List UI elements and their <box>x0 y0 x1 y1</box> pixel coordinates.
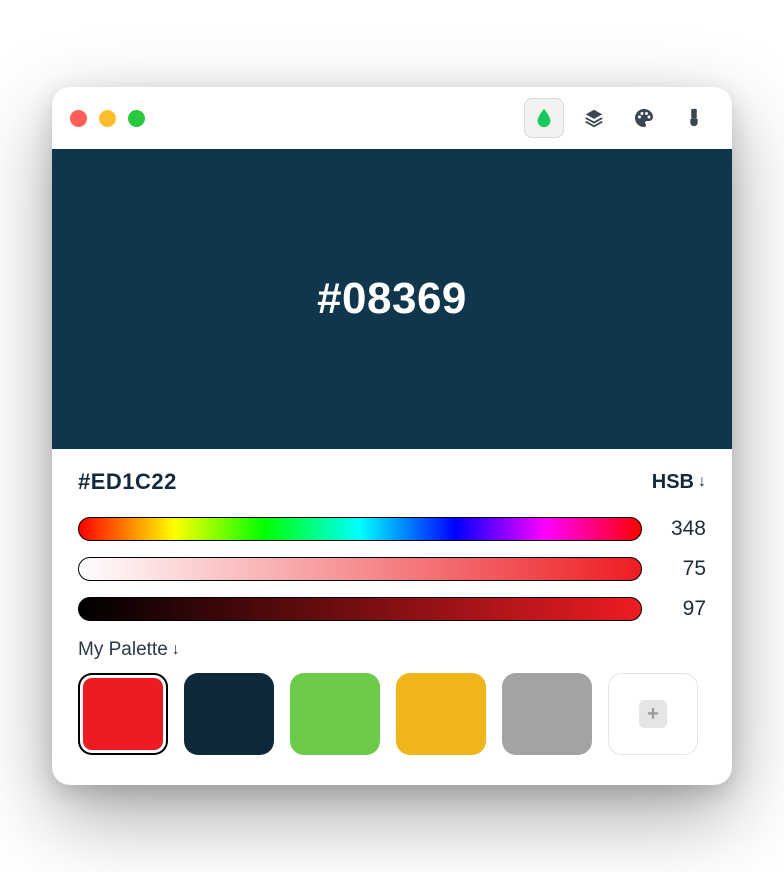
chevron-down-icon: ↓ <box>698 473 706 491</box>
toolbar <box>524 98 714 138</box>
palette-swatch[interactable] <box>396 673 486 755</box>
brightness-slider-row: 97 <box>78 597 706 621</box>
hue-slider-row: 348 <box>78 517 706 541</box>
color-mode-label: HSB <box>652 471 694 494</box>
close-window-button[interactable] <box>70 110 87 127</box>
palette-tool-button[interactable] <box>624 98 664 138</box>
palette-swatches: + <box>78 673 706 755</box>
titlebar <box>52 87 732 149</box>
palette-swatch[interactable] <box>290 673 380 755</box>
minimize-window-button[interactable] <box>99 110 116 127</box>
plus-icon: + <box>639 700 667 728</box>
palette-selector[interactable]: My Palette ↓ <box>78 639 706 661</box>
palette-swatch[interactable] <box>184 673 274 755</box>
chevron-down-icon: ↓ <box>172 641 180 659</box>
hue-slider[interactable] <box>78 517 642 541</box>
color-preview: #08369 <box>52 149 732 449</box>
palette-icon <box>632 106 656 130</box>
preview-hex-label: #08369 <box>317 274 467 324</box>
color-mode-selector[interactable]: HSB ↓ <box>652 471 706 494</box>
palette-title: My Palette <box>78 639 168 661</box>
zoom-window-button[interactable] <box>128 110 145 127</box>
brightness-slider[interactable] <box>78 597 642 621</box>
drop-tool-button[interactable] <box>524 98 564 138</box>
brush-icon <box>683 107 705 129</box>
layers-icon <box>583 107 605 129</box>
hex-mode-row: #ED1C22 HSB ↓ <box>78 469 706 495</box>
palette-swatch[interactable] <box>78 673 168 755</box>
layers-tool-button[interactable] <box>574 98 614 138</box>
current-hex-value[interactable]: #ED1C22 <box>78 469 177 495</box>
saturation-slider[interactable] <box>78 557 642 581</box>
hue-value: 348 <box>662 517 706 541</box>
palette-swatch[interactable] <box>502 673 592 755</box>
brightness-value: 97 <box>662 597 706 621</box>
brush-tool-button[interactable] <box>674 98 714 138</box>
saturation-value: 75 <box>662 557 706 581</box>
color-picker-window: #08369 #ED1C22 HSB ↓ 348 75 97 My Palett… <box>52 87 732 785</box>
drop-icon <box>533 107 555 129</box>
saturation-slider-row: 75 <box>78 557 706 581</box>
window-controls <box>70 110 145 127</box>
add-swatch-button[interactable]: + <box>608 673 698 755</box>
controls-panel: #ED1C22 HSB ↓ 348 75 97 My Palette ↓ <box>52 449 732 785</box>
